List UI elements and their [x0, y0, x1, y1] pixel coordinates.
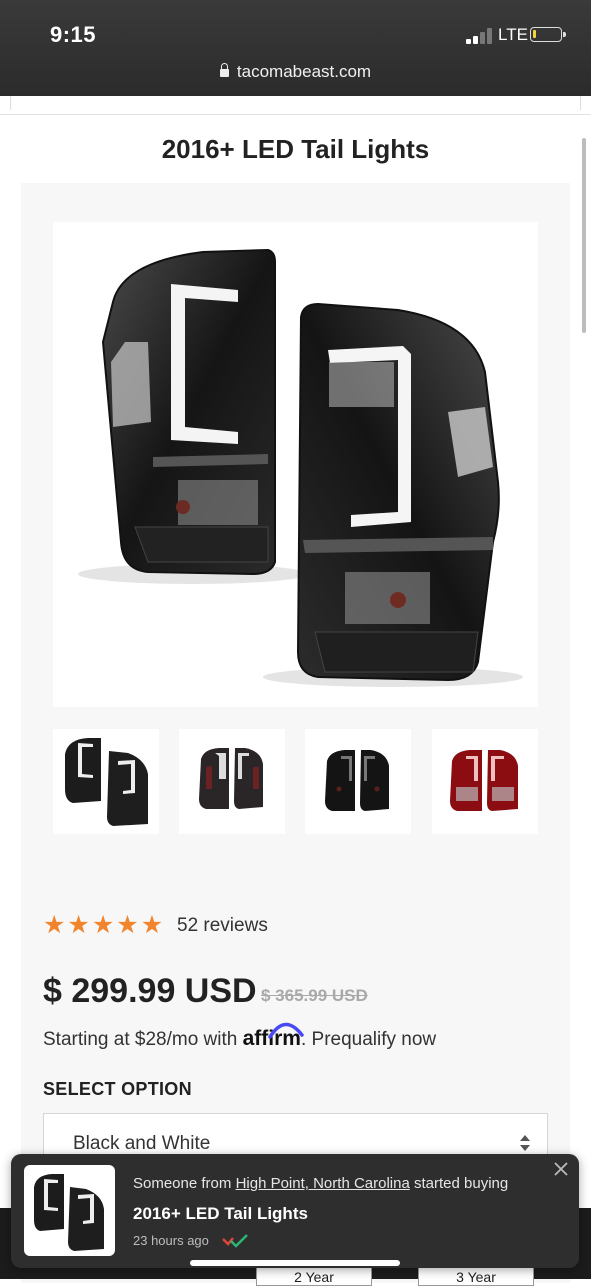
battery-icon	[530, 27, 566, 42]
compare-at-price: $ 365.99 USD	[261, 986, 368, 1005]
star-icon: ★	[67, 911, 90, 939]
product-title: 2016+ LED Tail Lights	[161, 134, 430, 164]
select-arrows-icon	[520, 1135, 530, 1151]
close-icon[interactable]	[554, 1162, 568, 1176]
thumbnail-black-white[interactable]	[53, 729, 159, 834]
affirm-arc-icon	[267, 1022, 304, 1039]
status-time: 9:15	[50, 22, 97, 47]
notification-time: 23 hours ago	[133, 1233, 209, 1248]
url-text: tacomabeast.com	[236, 62, 372, 81]
notification-message: Someone from High Point, North Carolina …	[133, 1175, 509, 1192]
thumbnail-image	[450, 750, 518, 811]
notification-product-title[interactable]: 2016+ LED Tail Lights	[133, 1204, 308, 1224]
notification-product-image	[24, 1165, 115, 1256]
product-main-image[interactable]	[53, 222, 538, 707]
star-icon: ★	[91, 911, 115, 939]
thumbnail-image	[199, 748, 263, 809]
notification-location[interactable]: High Point, North Carolina	[236, 1175, 410, 1192]
star-icon: ★	[140, 911, 164, 939]
product-price: $ 299.99 USD	[43, 972, 257, 1010]
reviews-link[interactable]: 52 reviews	[177, 915, 268, 937]
signal-icon	[466, 28, 492, 44]
warranty-tab-2-year[interactable]: 2 Year	[256, 1266, 372, 1286]
warranty-tab-3-year[interactable]: 3 Year	[418, 1266, 534, 1286]
star-icon: ★	[116, 911, 139, 939]
thumbnail-red[interactable]	[432, 729, 538, 834]
thumbnail-all-black[interactable]	[305, 729, 411, 834]
affirm-logo: affirm	[243, 1022, 304, 1050]
home-indicator[interactable]	[190, 1260, 400, 1266]
scrollbar[interactable]	[582, 138, 586, 333]
affirm-financing[interactable]: Starting at $28/mo with affirm. Prequali…	[43, 1022, 436, 1051]
recent-purchase-notification[interactable]: Someone from High Point, North Carolina …	[11, 1154, 579, 1268]
selected-option: Black and White	[73, 1133, 211, 1154]
site-header-edge	[0, 96, 591, 115]
prequalify-link[interactable]: . Prequalify now	[301, 1029, 436, 1050]
network-type: LTE	[498, 25, 528, 44]
thumbnail-image	[65, 738, 148, 826]
lock-icon	[219, 63, 229, 77]
star-rating[interactable]: ★★★★★	[43, 912, 165, 938]
thumbnail-smoked-red[interactable]	[179, 729, 285, 834]
address-bar[interactable]: tacomabeast.com	[0, 62, 591, 82]
thumbnail-image	[325, 750, 389, 811]
star-icon: ★	[43, 911, 66, 939]
browser-top-bar: 9:15 LTE tacomabeast.com	[0, 0, 591, 96]
verified-check-icon	[222, 1234, 248, 1248]
tail-lights-illustration	[78, 248, 523, 687]
select-option-label: SELECT OPTION	[43, 1079, 192, 1099]
affirm-prefix: Starting at $28/mo with	[43, 1029, 238, 1050]
